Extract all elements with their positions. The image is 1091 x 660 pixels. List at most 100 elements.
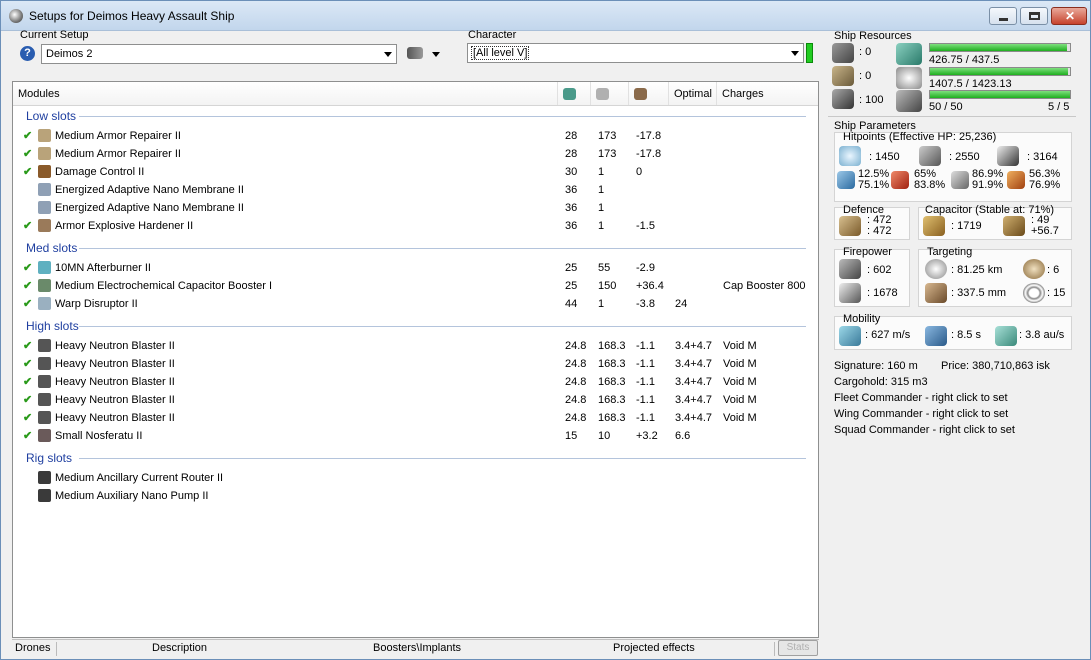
- col-optimal[interactable]: Optimal: [669, 82, 717, 105]
- module-cap: -1.1: [636, 340, 655, 352]
- defence-b: : 472: [867, 225, 892, 237]
- module-cap: -1.1: [636, 394, 655, 406]
- module-active-check-icon[interactable]: ✔: [23, 165, 32, 178]
- cpu-bar-fill: [930, 44, 1067, 51]
- volley-icon: [839, 283, 861, 303]
- col-modules[interactable]: Modules: [13, 82, 558, 105]
- module-power: 1: [598, 298, 605, 310]
- module-row[interactable]: Medium Auxiliary Nano Pump II: [13, 487, 818, 505]
- module-cpu: 24.8: [565, 394, 587, 406]
- tab-divider: [774, 642, 775, 656]
- col-charges[interactable]: Charges: [717, 82, 818, 105]
- module-power: 1: [598, 202, 605, 214]
- setup-window: Setups for Deimos Heavy Assault Ship ✕ C…: [0, 0, 1091, 660]
- em-resist-icon: [837, 171, 855, 189]
- module-charges[interactable]: Cap Booster 800: [723, 280, 806, 292]
- cap-recharge: : 49 +56.7: [1031, 215, 1059, 237]
- module-active-check-icon[interactable]: ✔: [23, 357, 32, 370]
- module-active-check-icon[interactable]: ✔: [23, 339, 32, 352]
- col-cap[interactable]: [629, 82, 669, 105]
- squad-commander[interactable]: Squad Commander - right click to set: [834, 424, 1015, 436]
- blaster-icon: [38, 393, 51, 406]
- module-row[interactable]: ✔ Heavy Neutron Blaster II 24.8 168.3 -1.1 3.…: [13, 391, 818, 409]
- col-power[interactable]: [591, 82, 629, 105]
- module-charges[interactable]: Void M: [723, 340, 757, 352]
- module-row[interactable]: ✔ Medium Electrochemical Capacitor Booste…: [13, 277, 818, 295]
- module-row[interactable]: ✔ Medium Armor Repairer II 28 173 -17.8: [13, 127, 818, 145]
- cpu-bar: [929, 43, 1071, 52]
- stats-button[interactable]: Stats: [778, 640, 818, 656]
- module-active-check-icon[interactable]: ✔: [23, 411, 32, 424]
- module-charges[interactable]: Void M: [723, 376, 757, 388]
- wing-commander[interactable]: Wing Commander - right click to set: [834, 408, 1008, 420]
- module-row[interactable]: ✔ Heavy Neutron Blaster II 24.8 168.3 -1.1 3.…: [13, 355, 818, 373]
- module-name: Armor Explosive Hardener II: [55, 220, 194, 232]
- shield-icon: [839, 146, 861, 166]
- module-cap: -1.1: [636, 358, 655, 370]
- tab-boosters-implants[interactable]: Boosters\Implants: [373, 642, 461, 654]
- module-row[interactable]: ✔ Damage Control II 30 1 0: [13, 163, 818, 181]
- module-row[interactable]: ✔ Warp Disruptor II 44 1 -3.8 24: [13, 295, 818, 313]
- defence-values: : 472: 472: [867, 215, 891, 237]
- tab-projected-effects[interactable]: Projected effects: [613, 642, 695, 654]
- em-armor-resist: 75.1%: [858, 179, 890, 191]
- module-row[interactable]: ✔ Armor Explosive Hardener II 36 1 -1.5: [13, 217, 818, 235]
- title-bar[interactable]: Setups for Deimos Heavy Assault Ship ✕: [1, 1, 1090, 31]
- module-name: Heavy Neutron Blaster II: [55, 340, 175, 352]
- module-row[interactable]: Energized Adaptive Nano Membrane II 36 1: [13, 199, 818, 217]
- close-button[interactable]: ✕: [1051, 7, 1087, 25]
- minimize-button[interactable]: [989, 7, 1017, 25]
- module-charges[interactable]: Void M: [723, 412, 757, 424]
- module-row[interactable]: ✔ Heavy Neutron Blaster II 24.8 168.3 -1.1 3.…: [13, 373, 818, 391]
- drone-bay-icon: [832, 89, 854, 109]
- module-active-check-icon[interactable]: ✔: [23, 429, 32, 442]
- tab-description[interactable]: Description: [152, 642, 207, 654]
- price-value: Price: 380,710,863 isk: [941, 360, 1050, 372]
- module-cap: -2.9: [636, 262, 655, 274]
- help-icon[interactable]: ?: [20, 46, 35, 61]
- modules-header: Modules Optimal Charges: [13, 82, 818, 106]
- module-row[interactable]: ✔ 10MN Afterburner II 25 55 -2.9: [13, 259, 818, 277]
- module-active-check-icon[interactable]: ✔: [23, 261, 32, 274]
- module-row[interactable]: ✔ Heavy Neutron Blaster II 24.8 168.3 -1.1 3.…: [13, 337, 818, 355]
- current-setup-select[interactable]: Deimos 2: [41, 44, 397, 64]
- module-active-check-icon[interactable]: ✔: [23, 129, 32, 142]
- module-active-check-icon[interactable]: ✔: [23, 279, 32, 292]
- module-active-check-icon[interactable]: ✔: [23, 219, 32, 232]
- thermal-resist-icon: [891, 171, 909, 189]
- character-status-indicator: [806, 43, 813, 63]
- module-charges[interactable]: Void M: [723, 358, 757, 370]
- module-row[interactable]: Medium Ancillary Current Router II: [13, 469, 818, 487]
- maximize-button[interactable]: [1020, 7, 1048, 25]
- fleet-commander[interactable]: Fleet Commander - right click to set: [834, 392, 1008, 404]
- blaster-icon: [38, 411, 51, 424]
- armor-icon: [919, 146, 941, 166]
- align-time-icon: [925, 326, 947, 346]
- powergrid-bar-fill: [930, 68, 1069, 75]
- module-name: Heavy Neutron Blaster II: [55, 358, 175, 370]
- module-row[interactable]: ✔ Medium Armor Repairer II 28 173 -17.8: [13, 145, 818, 163]
- module-power: 168.3: [598, 376, 626, 388]
- app-icon: [9, 9, 23, 23]
- calibration-bar: [929, 90, 1071, 99]
- module-cpu: 24.8: [565, 376, 587, 388]
- module-charges[interactable]: Void M: [723, 394, 757, 406]
- character-select[interactable]: [All level V]: [467, 43, 804, 63]
- tab-drones[interactable]: Drones: [15, 642, 50, 654]
- afterburner-icon: [38, 261, 51, 274]
- module-cap: -17.8: [636, 148, 662, 160]
- module-row[interactable]: ✔ Heavy Neutron Blaster II 24.8 168.3 -1.1 3.…: [13, 409, 818, 427]
- module-active-check-icon[interactable]: ✔: [23, 375, 32, 388]
- setup-tools-button[interactable]: [405, 44, 445, 64]
- col-cpu[interactable]: [558, 82, 591, 105]
- module-active-check-icon[interactable]: ✔: [23, 297, 32, 310]
- minimize-icon: [999, 18, 1008, 21]
- cap-recharge-icon: [1003, 216, 1025, 236]
- warp-speed-icon: [995, 326, 1017, 346]
- module-row[interactable]: ✔ Small Nosferatu II 15 10 +3.2 6.6: [13, 427, 818, 445]
- module-row[interactable]: Energized Adaptive Nano Membrane II 36 1: [13, 181, 818, 199]
- module-active-check-icon[interactable]: ✔: [23, 147, 32, 160]
- module-optimal: 3.4+4.7: [675, 412, 713, 424]
- module-active-check-icon[interactable]: ✔: [23, 393, 32, 406]
- module-name: Medium Electrochemical Capacitor Booster…: [55, 280, 273, 292]
